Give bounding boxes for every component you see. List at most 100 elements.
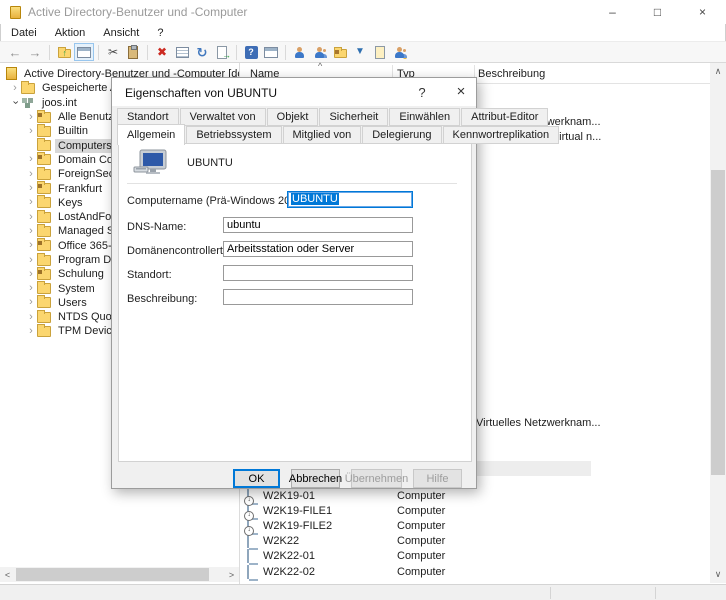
selected-row-highlight[interactable] — [477, 461, 591, 476]
menu-datei[interactable]: Datei — [2, 26, 46, 40]
beschreibung-input[interactable] — [223, 289, 413, 305]
filter-button[interactable]: ▼ — [350, 43, 370, 61]
export-list-button[interactable]: → — [212, 43, 232, 61]
create-user-button[interactable] — [290, 43, 310, 61]
properties-button[interactable] — [172, 43, 192, 61]
chevron-right-icon[interactable]: › — [25, 168, 37, 180]
query-icon — [375, 45, 385, 59]
apply-button[interactable]: Übernehmen — [345, 469, 408, 488]
paste-button[interactable] — [123, 43, 143, 61]
minimize-button[interactable]: – — [590, 0, 635, 24]
tab-sicherheit[interactable]: Sicherheit — [319, 108, 389, 126]
chevron-right-icon[interactable]: › — [25, 311, 37, 323]
chevron-right-icon[interactable]: › — [25, 125, 37, 137]
back-button[interactable]: ← — [5, 43, 25, 61]
row-name: W2K19-FILE1 — [263, 505, 333, 517]
chevron-right-icon[interactable]: › — [25, 111, 37, 123]
folder-icon — [37, 209, 51, 223]
table-row[interactable]: W2K22 Computer — [240, 534, 710, 549]
chevron-right-icon[interactable]: › — [25, 154, 37, 165]
chevron-right-icon[interactable]: › — [25, 268, 37, 280]
close-button[interactable]: × — [680, 0, 725, 24]
chevron-expanded-icon[interactable]: › — [10, 97, 22, 109]
table-row[interactable]: W2K19-FILE1 Computer — [240, 504, 710, 519]
dialog-close-button[interactable]: × — [452, 83, 470, 100]
chevron-right-icon[interactable]: › — [25, 297, 37, 308]
row-name: W2K22 — [263, 535, 300, 547]
field-label-standort: Standort: — [127, 269, 172, 281]
create-group-button[interactable] — [310, 43, 330, 61]
menu-ansicht[interactable]: Ansicht — [94, 26, 148, 40]
table-row[interactable]: W2K19-01 Computer — [240, 489, 710, 504]
cancel-button[interactable]: Abbrechen — [289, 469, 342, 488]
scroll-right-arrow[interactable]: > — [224, 567, 239, 582]
forward-button[interactable]: → — [25, 43, 45, 61]
chevron-right-icon[interactable]: › — [25, 225, 37, 237]
ok-button[interactable]: OK — [233, 469, 280, 488]
chevron-right-icon[interactable]: › — [25, 254, 37, 266]
dc-typ-input[interactable]: Arbeitsstation oder Server — [223, 241, 413, 257]
tree-item-label: Schulung — [58, 268, 104, 281]
chevron-right-icon[interactable]: › — [25, 283, 37, 294]
table-row[interactable]: W2K22-02 Computer — [240, 565, 710, 580]
help-button[interactable]: ? — [241, 43, 261, 61]
cut-button[interactable]: ✂ — [103, 43, 123, 61]
scroll-up-arrow[interactable]: ∧ — [710, 63, 726, 80]
delete-x-icon: ✖ — [156, 45, 168, 59]
computer-disabled-icon — [247, 504, 249, 518]
dialog-object-name: UBUNTU — [187, 157, 233, 169]
chevron-right-icon[interactable]: › — [25, 183, 37, 194]
ou-folder-icon — [37, 181, 51, 195]
maximize-button[interactable]: □ — [635, 0, 680, 24]
tree-item-label-selected: Computers — [55, 138, 115, 153]
delete-button[interactable]: ✖ — [152, 43, 172, 61]
status-bar — [0, 584, 726, 600]
refresh-button[interactable]: ↻ — [192, 43, 212, 61]
tree-horizontal-scrollbar[interactable]: < > — [0, 567, 239, 582]
tab-betriebssystem[interactable]: Betriebssystem — [186, 126, 282, 144]
dns-name-input[interactable]: ubuntu — [223, 217, 413, 233]
computername-input[interactable]: UBUNTU — [287, 191, 413, 208]
row-type: Computer — [397, 490, 446, 502]
query-button[interactable] — [370, 43, 390, 61]
chevron-right-icon[interactable]: › — [25, 240, 37, 251]
show-console-tree-button[interactable] — [74, 43, 94, 61]
chevron-right-icon[interactable]: › — [25, 197, 37, 208]
row-name: W2K22-01 — [263, 550, 315, 562]
table-row[interactable]: W2K22-01 Computer — [240, 549, 710, 564]
computer-disabled-icon — [247, 489, 249, 503]
tab-kennwortreplikation[interactable]: Kennwortreplikation — [442, 126, 560, 144]
dialog-help-button[interactable]: ? — [414, 85, 430, 100]
scrollbar-thumb[interactable] — [16, 568, 209, 581]
toolbar: ← → ↑ ✂ ✖ ↻ → ? ▼ — [0, 41, 726, 63]
dialog-title-bar: Eigenschaften von UBUNTU ? × — [112, 78, 476, 106]
tab-verwaltet-von[interactable]: Verwaltet von — [179, 108, 266, 126]
column-header-beschreibung[interactable]: Beschreibung — [478, 68, 545, 80]
menu-hilfe[interactable]: ? — [148, 26, 172, 40]
delegation-button[interactable] — [390, 43, 410, 61]
chevron-right-icon[interactable]: › — [25, 211, 37, 223]
standort-input[interactable] — [223, 265, 413, 281]
tab-objekt[interactable]: Objekt — [266, 108, 319, 126]
tab-allgemein[interactable]: Allgemein — [117, 124, 186, 145]
menu-aktion[interactable]: Aktion — [46, 26, 95, 40]
scroll-left-arrow[interactable]: < — [0, 567, 15, 582]
tab-attribut-editor[interactable]: Attribut-Editor — [461, 108, 549, 126]
list-vertical-scrollbar[interactable]: ∧ ∨ — [710, 63, 726, 583]
create-ou-button[interactable] — [330, 43, 350, 61]
new-window-icon — [264, 46, 278, 58]
chevron-right-icon[interactable]: › — [25, 325, 37, 337]
chevron-right-icon[interactable]: › — [9, 82, 21, 94]
tab-delegierung[interactable]: Delegierung — [362, 126, 442, 144]
row-type: Computer — [397, 520, 446, 532]
help-button-dialog[interactable]: Hilfe — [413, 469, 462, 488]
new-window-button[interactable] — [261, 43, 281, 61]
table-row[interactable]: W2K19-FILE2 Computer — [240, 519, 710, 534]
field-label-beschreibung: Beschreibung: — [127, 293, 198, 305]
tab-mitglied-von[interactable]: Mitglied von — [282, 126, 362, 144]
row-type: Computer — [397, 550, 446, 562]
scroll-down-arrow[interactable]: ∨ — [710, 566, 726, 583]
tab-einwaehlen[interactable]: Einwählen — [389, 108, 461, 126]
scrollbar-thumb[interactable] — [711, 170, 725, 475]
up-one-level-button[interactable]: ↑ — [54, 43, 74, 61]
